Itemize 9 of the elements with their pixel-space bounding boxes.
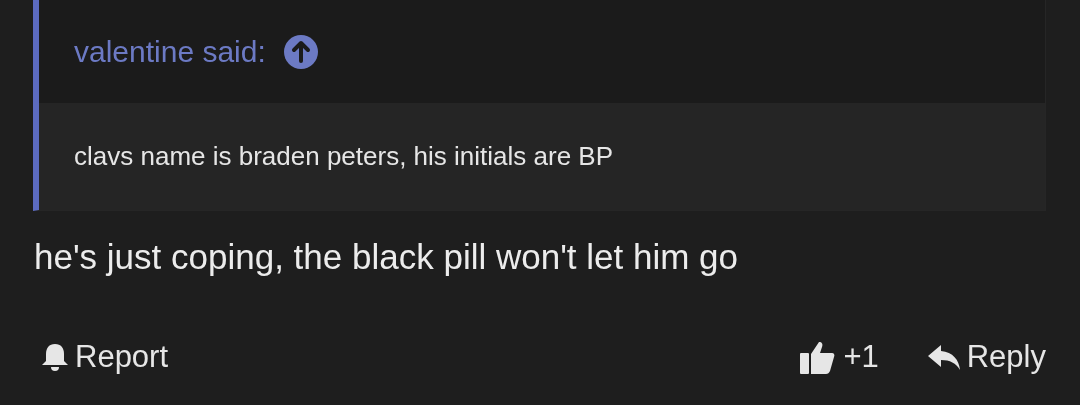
quote-author: valentine said: bbox=[74, 34, 266, 69]
quote-text: clavs name is braden peters, his initials are BP bbox=[74, 141, 614, 172]
bell-icon bbox=[41, 342, 69, 372]
reply-link[interactable]: Reply bbox=[926, 339, 1046, 375]
like-button[interactable]: +1 bbox=[799, 339, 879, 375]
reply-arrow-icon bbox=[926, 342, 961, 372]
report-link[interactable]: Report bbox=[41, 339, 169, 375]
message-text: he's just coping, the black pill won't let him go bbox=[34, 237, 739, 276]
jump-to-quote-icon[interactable] bbox=[283, 34, 318, 69]
